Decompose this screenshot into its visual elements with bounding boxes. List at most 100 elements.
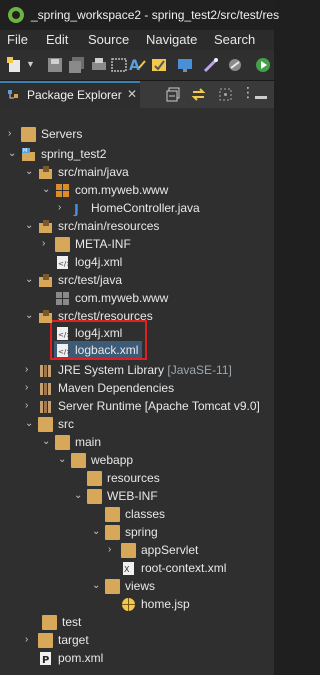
folder-icon: [21, 127, 36, 142]
tree-label: META-INF: [75, 237, 131, 251]
tree-label: home.jsp: [141, 597, 190, 611]
menu-file[interactable]: File: [7, 32, 28, 47]
expand-arrow-icon[interactable]: ›: [25, 399, 35, 413]
expand-arrow-icon[interactable]: ›: [25, 363, 35, 377]
folder-icon: [87, 489, 102, 504]
expand-arrow-icon[interactable]: ›: [108, 543, 118, 557]
folder-icon: [71, 453, 86, 468]
menu-navigate[interactable]: Navigate: [146, 32, 197, 47]
source-folder-icon: [39, 220, 52, 233]
source-folder-icon: [39, 166, 52, 179]
svg-text:</>: </>: [58, 260, 70, 268]
xml-file-icon: </>: [57, 256, 70, 269]
focus-icon[interactable]: [218, 87, 233, 102]
collapse-arrow-icon[interactable]: ⌄: [8, 147, 18, 161]
tree-label: root-context.xml: [141, 561, 227, 575]
run-icon[interactable]: [254, 56, 272, 74]
debug-icon[interactable]: [226, 56, 244, 74]
folder-icon: [55, 435, 70, 450]
tree-label: log4j.xml: [75, 326, 123, 340]
tree-label: Maven Dependencies: [58, 381, 175, 395]
library-icon: [40, 401, 51, 413]
source-folder-icon: [39, 310, 52, 323]
folder-icon: [105, 507, 120, 522]
link-with-editor-icon[interactable]: [191, 87, 206, 102]
jsp-file-icon: [122, 598, 135, 611]
tree-label: HomeController.java: [91, 201, 200, 215]
folder-icon: [42, 615, 57, 630]
pen-icon[interactable]: [202, 56, 220, 74]
print-icon[interactable]: [90, 56, 108, 74]
collapse-all-icon[interactable]: [166, 87, 181, 102]
tree-label: log4j.xml: [75, 255, 123, 269]
expand-arrow-icon[interactable]: ›: [25, 633, 35, 647]
collapse-arrow-icon[interactable]: ⌄: [42, 183, 52, 197]
tree-label: src/test/resources: [58, 309, 153, 323]
collapse-arrow-icon[interactable]: ⌄: [58, 453, 68, 467]
svg-text:X: X: [124, 565, 130, 574]
collapse-arrow-icon[interactable]: ⌄: [25, 417, 35, 431]
expand-arrow-icon[interactable]: ›: [58, 201, 68, 215]
tree-label: src/main/resources: [58, 219, 160, 233]
terminal-icon[interactable]: [110, 56, 128, 74]
collapse-arrow-icon[interactable]: ⌄: [25, 219, 35, 233]
folder-icon: [105, 579, 120, 594]
tree-label: spring_test2: [41, 147, 107, 161]
folder-icon: [38, 417, 53, 432]
tab-label: Package Explorer: [27, 88, 122, 102]
source-folder-icon: [39, 274, 52, 287]
new-icon[interactable]: [6, 56, 24, 74]
expand-arrow-icon[interactable]: ›: [25, 381, 35, 395]
collapse-arrow-icon[interactable]: ⌄: [42, 435, 52, 449]
tree-label: logback.xml: [75, 343, 139, 357]
close-icon[interactable]: ✕: [127, 87, 137, 101]
spelling-icon[interactable]: A: [128, 56, 146, 74]
monitor-icon[interactable]: [176, 56, 194, 74]
new-dropdown-icon[interactable]: ▼: [26, 59, 35, 69]
view-menu-icon[interactable]: ⋮: [241, 84, 255, 101]
collapse-arrow-icon[interactable]: ⌄: [25, 309, 35, 323]
toggle-mark-icon[interactable]: [150, 56, 168, 74]
expand-arrow-icon[interactable]: ›: [42, 237, 52, 251]
collapse-arrow-icon[interactable]: ⌄: [92, 525, 102, 539]
tree-label: src/test/java: [58, 273, 123, 287]
library-icon: [40, 365, 51, 377]
tree-label: webapp: [91, 453, 134, 467]
save-all-icon[interactable]: [68, 56, 86, 74]
save-icon[interactable]: [46, 56, 64, 74]
folder-icon: [87, 471, 102, 486]
svg-text:</>: </>: [58, 331, 70, 339]
tree-label: Servers: [41, 127, 83, 141]
package-tree: › Servers ⌄ M spring_test2 ⌄ src/main/ja…: [0, 108, 274, 675]
package-icon: [56, 184, 69, 197]
menu-bar: File Edit Source Navigate Search: [0, 30, 274, 50]
collapse-arrow-icon[interactable]: ⌄: [25, 165, 35, 179]
xml-file-icon: </>: [57, 327, 70, 340]
menu-source[interactable]: Source: [88, 32, 129, 47]
collapse-arrow-icon[interactable]: ⌄: [25, 273, 35, 287]
tree-label: src: [58, 417, 74, 431]
tree-label: WEB-INF: [107, 489, 158, 503]
tree-label: pom.xml: [58, 651, 104, 665]
menu-edit[interactable]: Edit: [46, 32, 68, 47]
empty-package-icon: [56, 292, 69, 305]
folder-icon: [55, 237, 70, 252]
tab-package-explorer[interactable]: Package Explorer ✕: [0, 81, 140, 108]
package-explorer-icon: [8, 90, 18, 99]
folder-icon: [105, 525, 120, 540]
minimize-icon[interactable]: [254, 87, 268, 101]
spring-app-icon: [8, 7, 24, 23]
java-file-icon: J: [73, 203, 79, 216]
folder-icon: [121, 543, 136, 558]
tree-label: spring: [125, 525, 158, 539]
collapse-arrow-icon[interactable]: ⌄: [74, 489, 84, 503]
expand-arrow-icon[interactable]: ›: [8, 127, 18, 141]
svg-text:J: J: [73, 203, 79, 216]
xml-file-icon: </>: [57, 344, 70, 357]
xml-file-icon: X: [123, 562, 134, 575]
collapse-arrow-icon[interactable]: ⌄: [92, 579, 102, 593]
menu-search[interactable]: Search: [214, 32, 255, 47]
maven-pom-icon: P: [40, 652, 51, 666]
svg-text:A: A: [129, 58, 140, 74]
tree-label: main: [75, 435, 102, 449]
